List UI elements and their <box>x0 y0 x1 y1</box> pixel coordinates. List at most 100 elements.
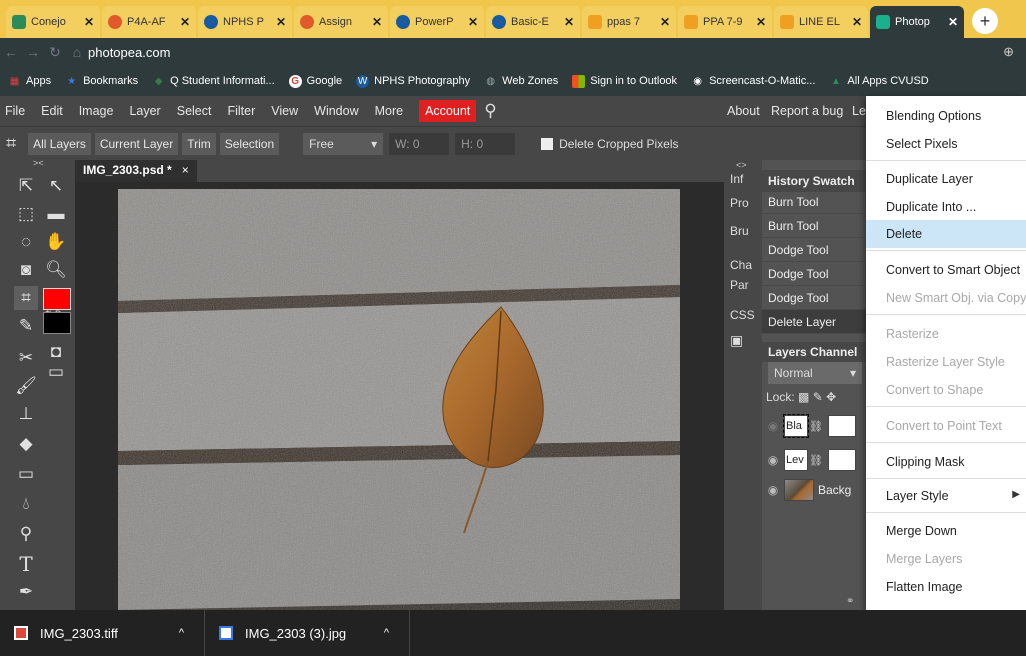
browser-tab-active[interactable]: Photop ✕ <box>870 6 964 38</box>
menu-report-bug[interactable]: Report a bug <box>771 104 843 118</box>
history-item[interactable]: Dodge Tool <box>762 286 866 310</box>
history-item[interactable]: Dodge Tool <box>762 238 866 262</box>
menu-item-clipping-mask[interactable]: Clipping Mask <box>866 448 1026 476</box>
pen-tool-icon[interactable]: ✒ <box>14 580 38 604</box>
eye-icon[interactable]: ◉ <box>762 419 784 433</box>
stamp-tool-icon[interactable]: ⊥ <box>14 402 38 426</box>
chevron-up-icon[interactable]: ^ <box>384 627 389 639</box>
gradient-tool-icon[interactable]: ▭ <box>14 462 38 486</box>
browser-tab[interactable]: P4A-AF ✕ <box>102 6 196 38</box>
type-tool-icon[interactable]: T <box>14 552 38 576</box>
layer-mask-thumbnail[interactable] <box>827 415 856 437</box>
bookmark-outlook[interactable]: Sign in to Outlook <box>572 74 677 88</box>
tab-close-icon[interactable]: ✕ <box>372 15 382 29</box>
collapse-toolbar-icon[interactable]: >< <box>33 158 44 168</box>
paragraph-panel-button[interactable]: Par <box>724 278 762 300</box>
home-icon[interactable]: ⌂ <box>66 44 88 60</box>
brushes-panel-button[interactable]: Bru <box>724 224 762 246</box>
layer-row[interactable]: ◉ Bla ⛓ <box>762 410 866 442</box>
image-icon[interactable]: ▣ <box>724 332 762 354</box>
dodge-tool-icon[interactable]: ⚲ <box>14 522 38 546</box>
url-field[interactable]: photopea.com <box>88 45 170 60</box>
menu-item-layer-style[interactable]: Layer Style ▶ <box>866 482 1026 510</box>
menu-filter[interactable]: Filter <box>227 104 255 118</box>
browser-tab[interactable]: LINE EL ✕ <box>774 6 868 38</box>
collapse-panels-icon[interactable]: <> <box>736 160 747 170</box>
tab-close-icon[interactable]: ✕ <box>756 15 766 29</box>
menu-item-flatten-image[interactable]: Flatten Image <box>866 573 1026 601</box>
menu-item-merge-down[interactable]: Merge Down <box>866 517 1026 545</box>
menu-file[interactable]: File <box>5 104 25 118</box>
tab-close-icon[interactable]: ✕ <box>276 15 286 29</box>
delete-cropped-checkbox[interactable] <box>541 137 554 150</box>
selection-button[interactable]: Selection <box>219 132 280 155</box>
document-tab[interactable]: IMG_2303.psd * × <box>75 160 197 182</box>
browser-tab[interactable]: NPHS P ✕ <box>198 6 292 38</box>
foreground-color-swatch[interactable] <box>43 288 71 310</box>
new-tab-button[interactable]: + <box>972 8 998 34</box>
chevron-up-icon[interactable]: ^ <box>179 627 184 639</box>
healing-tool-icon[interactable]: ✂ <box>14 346 38 370</box>
extension-icon[interactable]: ⊕ <box>1003 44 1014 60</box>
blend-mode-select[interactable]: Normal ▾ <box>768 362 862 384</box>
bookmark-google[interactable]: G Google <box>288 74 342 88</box>
reload-icon[interactable]: ↻ <box>44 44 66 61</box>
menu-window[interactable]: Window <box>314 104 358 118</box>
tab-close-icon[interactable]: ✕ <box>84 15 94 29</box>
tab-close-icon[interactable]: ✕ <box>948 15 958 29</box>
close-document-icon[interactable]: × <box>182 163 189 177</box>
menu-learn[interactable]: Le <box>852 104 866 118</box>
tab-close-icon[interactable]: ✕ <box>180 15 190 29</box>
menu-item-convert-smart-object[interactable]: Convert to Smart Object <box>866 256 1026 284</box>
menu-item-blending-options[interactable]: Blending Options <box>866 102 1026 130</box>
all-layers-button[interactable]: All Layers <box>28 132 91 155</box>
menu-item-convert-to-point-text[interactable]: Convert to Point Text <box>866 412 1026 440</box>
layer-mask-thumbnail[interactable] <box>827 449 856 471</box>
properties-panel-button[interactable]: Pro <box>724 196 762 218</box>
menu-item-convert-to-shape[interactable]: Convert to Shape <box>866 376 1026 404</box>
bookmark-apps[interactable]: ▦ Apps <box>8 75 51 88</box>
eraser-tool-icon[interactable]: ◆ <box>14 432 38 456</box>
layer-row[interactable]: ◉ Lev ⛓ <box>762 444 866 476</box>
move-tool-icon[interactable]: ⇱ <box>14 174 38 198</box>
history-panel-tabs[interactable]: History Swatch <box>762 170 866 192</box>
browser-tab[interactable]: Conejo ✕ <box>6 6 100 38</box>
search-icon[interactable]: ⚲ <box>484 101 496 121</box>
lock-transparency-icon[interactable]: ▩ <box>798 390 809 404</box>
tab-close-icon[interactable]: ✕ <box>852 15 862 29</box>
marquee-tool-icon[interactable]: ⬚ <box>14 202 38 226</box>
brush-tool-icon[interactable]: 🖌︎ <box>14 374 38 398</box>
menu-item-duplicate-into[interactable]: Duplicate Into ... <box>866 193 1026 221</box>
browser-tab[interactable]: PPA 7-9 ✕ <box>678 6 772 38</box>
bookmark-bookmarks[interactable]: ★ Bookmarks <box>65 75 138 88</box>
history-item[interactable]: Burn Tool <box>762 190 866 214</box>
bookmark-web-zones[interactable]: ◍ Web Zones <box>484 75 558 88</box>
lasso-tool-icon[interactable]: ◌ <box>14 230 38 254</box>
ratio-select[interactable]: Free ▾ <box>303 132 384 155</box>
document-image[interactable] <box>118 189 680 610</box>
menu-edit[interactable]: Edit <box>41 104 63 118</box>
menu-select[interactable]: Select <box>177 104 212 118</box>
layer-row[interactable]: ◉ Backg <box>762 474 866 506</box>
eyedropper-tool-icon[interactable]: ✎ <box>14 314 38 338</box>
zoom-tool-icon[interactable]: 🔍︎ <box>44 258 68 282</box>
direct-select-tool-icon[interactable]: ↖ <box>44 174 68 198</box>
tab-close-icon[interactable]: ✕ <box>468 15 478 29</box>
account-button[interactable]: Account <box>419 100 477 122</box>
lock-move-icon[interactable]: ✥ <box>826 390 836 404</box>
menu-view[interactable]: View <box>271 104 298 118</box>
menu-item-delete[interactable]: Delete <box>866 220 1026 248</box>
hand-tool-icon[interactable]: ✋ <box>44 230 68 254</box>
screen-mode-icon[interactable]: ▭ <box>44 360 68 384</box>
info-panel-button[interactable]: Inf <box>724 172 762 194</box>
crop-tool-icon[interactable]: ⌗ <box>14 286 38 310</box>
menu-item-duplicate-layer[interactable]: Duplicate Layer <box>866 165 1026 193</box>
history-item[interactable]: Dodge Tool <box>762 262 866 286</box>
eye-icon[interactable]: ◉ <box>762 453 784 467</box>
layers-panel-tabs[interactable]: Layers Channel <box>762 342 866 362</box>
tab-close-icon[interactable]: ✕ <box>564 15 574 29</box>
background-color-swatch[interactable] <box>43 312 71 334</box>
back-icon[interactable]: ← <box>0 44 22 60</box>
download-item[interactable]: IMG_2303.tiff ^ <box>0 610 205 656</box>
menu-more[interactable]: More <box>375 104 403 118</box>
